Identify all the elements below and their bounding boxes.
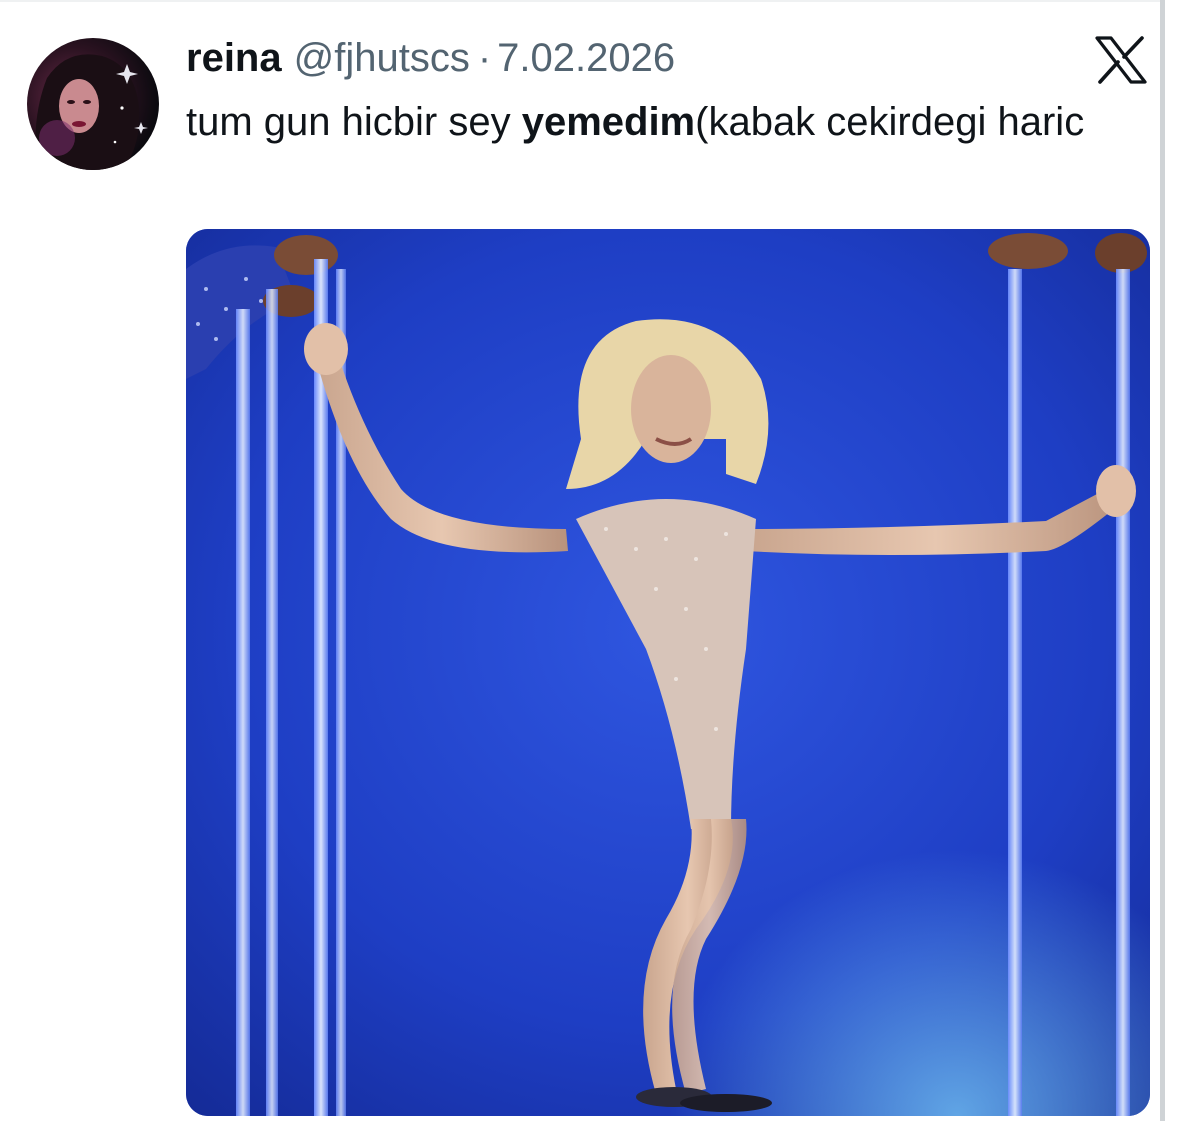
tweet-text: tum gun hicbir sey yemedim(kabak cekirde… [186, 94, 1146, 150]
author-handle[interactable]: @fjhutscs [294, 34, 470, 82]
author-avatar[interactable] [27, 38, 159, 170]
separator-dot: · [477, 36, 492, 80]
x-logo-icon[interactable] [1094, 36, 1148, 84]
tweet-text-part: tum gun hicbir sey [186, 100, 522, 144]
avatar-image [35, 54, 148, 170]
author-name[interactable]: reina [186, 34, 282, 82]
tweet-date[interactable]: 7.02.2026 [497, 34, 675, 82]
top-divider [0, 0, 1160, 2]
photo-image [186, 229, 1150, 1116]
tweet-photo[interactable] [186, 229, 1150, 1116]
tweet-text-part: (kabak cekirdegi haric [695, 100, 1085, 144]
scroll-track[interactable] [1160, 0, 1165, 1121]
tweet-header: reina @fjhutscs · 7.02.2026 [186, 34, 675, 82]
tweet-text-bold: yemedim [521, 100, 696, 144]
